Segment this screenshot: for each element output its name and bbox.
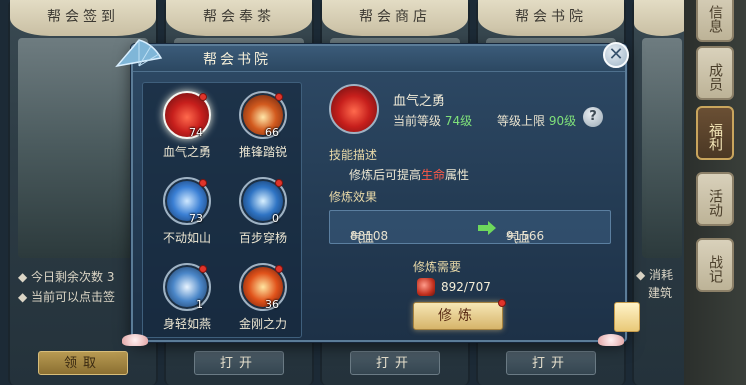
spear-skill-icon: 0	[239, 177, 287, 225]
bg-card-claim-button[interactable]: 领取	[38, 351, 128, 375]
red-dot-icon	[275, 265, 283, 273]
tab-info[interactable]: 信息	[696, 0, 734, 42]
bg-note-cost: ◆ 消耗	[636, 268, 674, 282]
shield-skill-icon: 73	[163, 177, 211, 225]
red-dot-icon	[498, 299, 506, 307]
skill-item-swallow[interactable]: 1 身轻如燕	[157, 263, 217, 332]
skill-level: 36	[265, 298, 279, 311]
cost-row: 892/707	[417, 278, 517, 298]
skill-name: 百步穿杨	[238, 231, 287, 245]
close-button[interactable]: ✕	[603, 42, 629, 68]
skill-item-mountain[interactable]: 73 不动如山	[157, 177, 217, 246]
bg-note-remaining: ◆ 今日剩余次数 3	[18, 270, 115, 284]
bg-card-open-button[interactable]: 打开	[506, 351, 596, 375]
bg-card-image	[18, 38, 148, 258]
effect-section-title: 修炼效果	[329, 190, 378, 204]
red-dot-icon	[199, 265, 207, 273]
max-level-label: 等级上限	[497, 114, 546, 128]
red-dot-icon	[199, 179, 207, 187]
desc-highlight: 生命	[421, 168, 446, 182]
skill-detail-name: 血气之勇	[393, 94, 446, 109]
train-button-label: 修炼	[438, 308, 478, 324]
desc-prefix: 修炼后可提高	[349, 168, 422, 182]
skill-name: 不动如山	[162, 231, 211, 245]
bg-note-tap: ◆ 当前可以点击签	[18, 290, 116, 304]
skill-list: 74 血气之勇 66 推锋踏锐 73 不动如山 0 百步穿杨 1 身轻如燕 36…	[142, 82, 302, 338]
academy-dialog: 帮会书院 ✕ 74 血气之勇 66 推锋踏锐 73 不动如山 0 百步穿杨 1 …	[115, 39, 629, 342]
current-level-value: 74级	[444, 114, 473, 128]
current-level-row: 当前等级 74级	[393, 112, 472, 129]
skill-level: 73	[189, 212, 203, 225]
sword-burst-skill-icon: 66	[239, 91, 287, 139]
red-dot-icon	[199, 93, 207, 101]
red-dot-icon	[275, 93, 283, 101]
skill-level: 66	[265, 126, 279, 139]
pouch-icon	[417, 278, 435, 296]
dialog-title: 帮会书院	[203, 52, 271, 68]
skill-item-charge[interactable]: 66 推锋踏锐	[233, 91, 293, 160]
skill-name: 推锋踏锐	[238, 145, 287, 159]
bg-card-open-button[interactable]: 打开	[350, 351, 440, 375]
heart-skill-icon: 74	[163, 91, 211, 139]
bg-card-title: 帮会签到	[10, 0, 156, 36]
heart-skill-icon	[329, 84, 379, 134]
skill-item-archery[interactable]: 0 百步穿杨	[233, 177, 293, 246]
effect-from-value: 88108	[350, 229, 389, 243]
lotus-icon	[122, 334, 148, 346]
tab-welfare[interactable]: 福利	[696, 106, 734, 160]
skill-detail-panel: 血气之勇 当前等级 74级 等级上限 90级 ? 技能描述 修炼后可提高生命属性…	[313, 82, 619, 338]
cost-section-title: 修炼需要	[413, 260, 462, 274]
bg-card-title	[634, 0, 690, 36]
skill-name: 血气之勇	[162, 145, 211, 159]
burst-skill-icon: 36	[239, 263, 287, 311]
bg-card-image	[642, 38, 682, 258]
max-level-row: 等级上限 90级	[497, 112, 576, 129]
desc-suffix: 属性	[445, 168, 470, 182]
tab-battle-log[interactable]: 战记	[696, 238, 734, 292]
bg-card-open-button[interactable]: 打开	[194, 351, 284, 375]
skill-level: 0	[272, 212, 279, 225]
max-level-value: 90级	[548, 114, 577, 128]
effect-to-value: 91566	[506, 229, 545, 243]
help-button[interactable]: ?	[583, 107, 603, 127]
skill-name: 身轻如燕	[162, 317, 211, 331]
skill-level: 74	[189, 126, 203, 139]
train-button[interactable]: 修炼	[413, 299, 506, 330]
skill-item-blood[interactable]: 74 血气之勇	[157, 91, 217, 160]
right-side-tabs: 信息 成员 福利 活动 战记	[684, 0, 746, 385]
dialog-title-bar: 帮会书院	[115, 39, 625, 72]
bg-card-title: 帮会奉茶	[166, 0, 312, 36]
skill-level: 1	[196, 298, 203, 311]
wind-skill-icon: 1	[163, 263, 211, 311]
skill-item-strength[interactable]: 36 金刚之力	[233, 263, 293, 332]
lantern-icon	[614, 302, 640, 332]
bg-card-title: 帮会商店	[322, 0, 468, 36]
tab-activity[interactable]: 活动	[696, 172, 734, 226]
arrow-right-icon	[478, 221, 496, 235]
bg-card-title: 帮会书院	[478, 0, 624, 36]
skill-name: 金刚之力	[238, 317, 287, 331]
red-dot-icon	[275, 179, 283, 187]
lotus-icon	[598, 334, 624, 346]
tab-members[interactable]: 成员	[696, 46, 734, 100]
current-level-label: 当前等级	[393, 114, 442, 128]
skill-description: 修炼后可提高生命属性	[349, 166, 469, 183]
fan-icon	[115, 39, 163, 68]
desc-section-title: 技能描述	[329, 148, 378, 162]
bg-note-building: 建筑	[648, 286, 673, 300]
cost-value: 892/707	[441, 280, 491, 294]
bg-card-partial	[632, 0, 692, 385]
effect-box: 气血 88108 气血 91566	[329, 210, 611, 245]
